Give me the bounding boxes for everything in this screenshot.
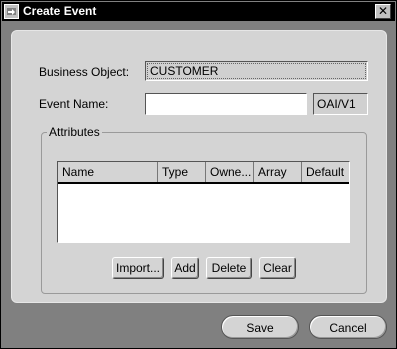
business-object-label: Business Object:	[39, 65, 130, 79]
namespace-value: OAI/V1	[317, 97, 356, 111]
create-event-dialog: Create Event ✕ Business Object: CUSTOMER…	[0, 0, 397, 349]
attributes-table-header: Name Type Owne... Array Default	[58, 162, 349, 184]
close-button[interactable]: ✕	[375, 4, 391, 19]
event-name-label: Event Name:	[39, 97, 109, 111]
event-name-input[interactable]	[145, 93, 307, 115]
column-header-array[interactable]: Array	[254, 162, 302, 182]
window-menu-icon[interactable]	[4, 4, 19, 19]
add-button[interactable]: Add	[171, 257, 199, 279]
business-object-value: CUSTOMER	[150, 64, 219, 78]
save-button[interactable]: Save	[221, 315, 299, 339]
delete-button[interactable]: Delete	[206, 257, 252, 279]
close-icon: ✕	[377, 4, 389, 18]
clear-button[interactable]: Clear	[259, 257, 296, 279]
attributes-group-label: Attributes	[47, 125, 102, 139]
namespace-field: OAI/V1	[313, 93, 368, 115]
window-title: Create Event	[23, 4, 97, 18]
column-header-default[interactable]: Default	[302, 162, 349, 182]
column-header-type[interactable]: Type	[158, 162, 206, 182]
title-bar[interactable]: Create Event ✕	[2, 2, 395, 21]
attributes-table[interactable]: Name Type Owne... Array Default	[57, 161, 350, 243]
cancel-button[interactable]: Cancel	[309, 315, 387, 339]
business-object-field: CUSTOMER	[145, 61, 368, 81]
import-button[interactable]: Import...	[112, 257, 164, 279]
column-header-name[interactable]: Name	[58, 162, 158, 182]
column-header-owner[interactable]: Owne...	[206, 162, 254, 182]
